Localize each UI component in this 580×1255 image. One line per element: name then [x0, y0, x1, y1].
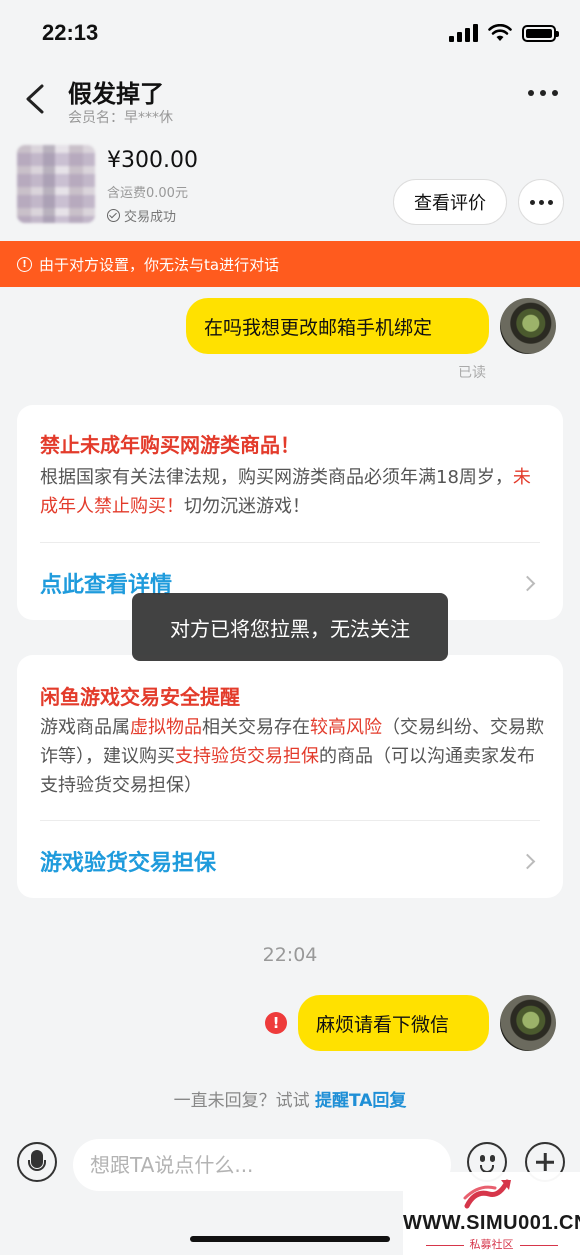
card-body: 根据国家有关法律法规，购买网游类商品必须年满18周岁，未成年人禁止购买！切勿沉迷…	[40, 467, 531, 517]
send-failed-icon[interactable]: !	[265, 1012, 287, 1034]
status-icons	[449, 24, 559, 42]
divider	[40, 820, 540, 821]
info-icon: !	[17, 256, 32, 272]
blocked-toast: 对方已将您拉黑，无法关注	[132, 593, 448, 661]
view-review-button[interactable]: 查看评价	[393, 179, 507, 225]
watermark-subtitle: 私募社区	[403, 1236, 580, 1252]
blocked-warning-bar: ! 由于对方设置，你无法与ta进行对话	[0, 241, 580, 287]
message-bubble[interactable]: 在吗我想更改邮箱手机绑定	[186, 298, 489, 354]
message-input[interactable]	[73, 1139, 451, 1191]
chevron-right-icon[interactable]	[519, 853, 536, 870]
avatar[interactable]	[500, 298, 556, 354]
reply-reminder: 一直未回复？试试 提醒TA回复	[173, 1091, 407, 1111]
watermark-text: WWW.SIMU001.CN	[403, 1212, 580, 1234]
more-circle-button[interactable]	[518, 179, 564, 225]
microphone-icon[interactable]	[17, 1142, 57, 1182]
deal-status: 交易成功	[107, 206, 176, 225]
signal-icon	[449, 24, 478, 42]
shipping-fee: 含运费0.00元	[107, 186, 188, 201]
chat-title: 假发掉了	[68, 80, 164, 108]
back-arrow-icon[interactable]	[20, 82, 50, 116]
product-thumbnail[interactable]	[17, 145, 95, 223]
watermark-logo-icon	[463, 1179, 511, 1209]
card-title: 禁止未成年购买网游类商品！	[40, 433, 300, 457]
product-price: ¥300.00	[107, 148, 198, 173]
divider	[40, 542, 540, 543]
minor-warning-card: 禁止未成年购买网游类商品！ 根据国家有关法律法规，购买网游类商品必须年满18周岁…	[17, 405, 563, 620]
message-timestamp: 22:04	[262, 944, 318, 966]
battery-icon	[522, 24, 559, 42]
avatar[interactable]	[500, 995, 556, 1051]
remind-reply-link[interactable]: 提醒TA回复	[315, 1091, 406, 1111]
home-indicator	[190, 1236, 390, 1242]
read-status: 已读	[458, 365, 486, 381]
game-safety-card: 闲鱼游戏交易安全提醒 游戏商品属虚拟物品相关交易存在较高风险（交易纠纷、交易欺诈…	[17, 655, 563, 898]
check-circle-icon	[107, 209, 120, 222]
card-title: 闲鱼游戏交易安全提醒	[40, 685, 240, 709]
member-name: 会员名：早***休	[68, 110, 173, 126]
card-body: 游戏商品属虚拟物品相关交易存在较高风险（交易纠纷、交易欺诈等），建议购买支持验货…	[40, 717, 544, 796]
message-bubble[interactable]: 麻烦请看下微信	[298, 995, 489, 1051]
more-options-icon[interactable]	[528, 90, 558, 96]
status-time: 22:13	[42, 20, 99, 45]
deal-status-label: 交易成功	[124, 210, 177, 225]
watermark: WWW.SIMU001.CN 私募社区	[403, 1172, 580, 1255]
inspection-guarantee-link[interactable]: 游戏验货交易担保	[40, 845, 216, 877]
warning-text: 由于对方设置，你无法与ta进行对话	[39, 255, 280, 274]
chevron-right-icon[interactable]	[519, 575, 536, 592]
wifi-icon	[488, 24, 512, 41]
